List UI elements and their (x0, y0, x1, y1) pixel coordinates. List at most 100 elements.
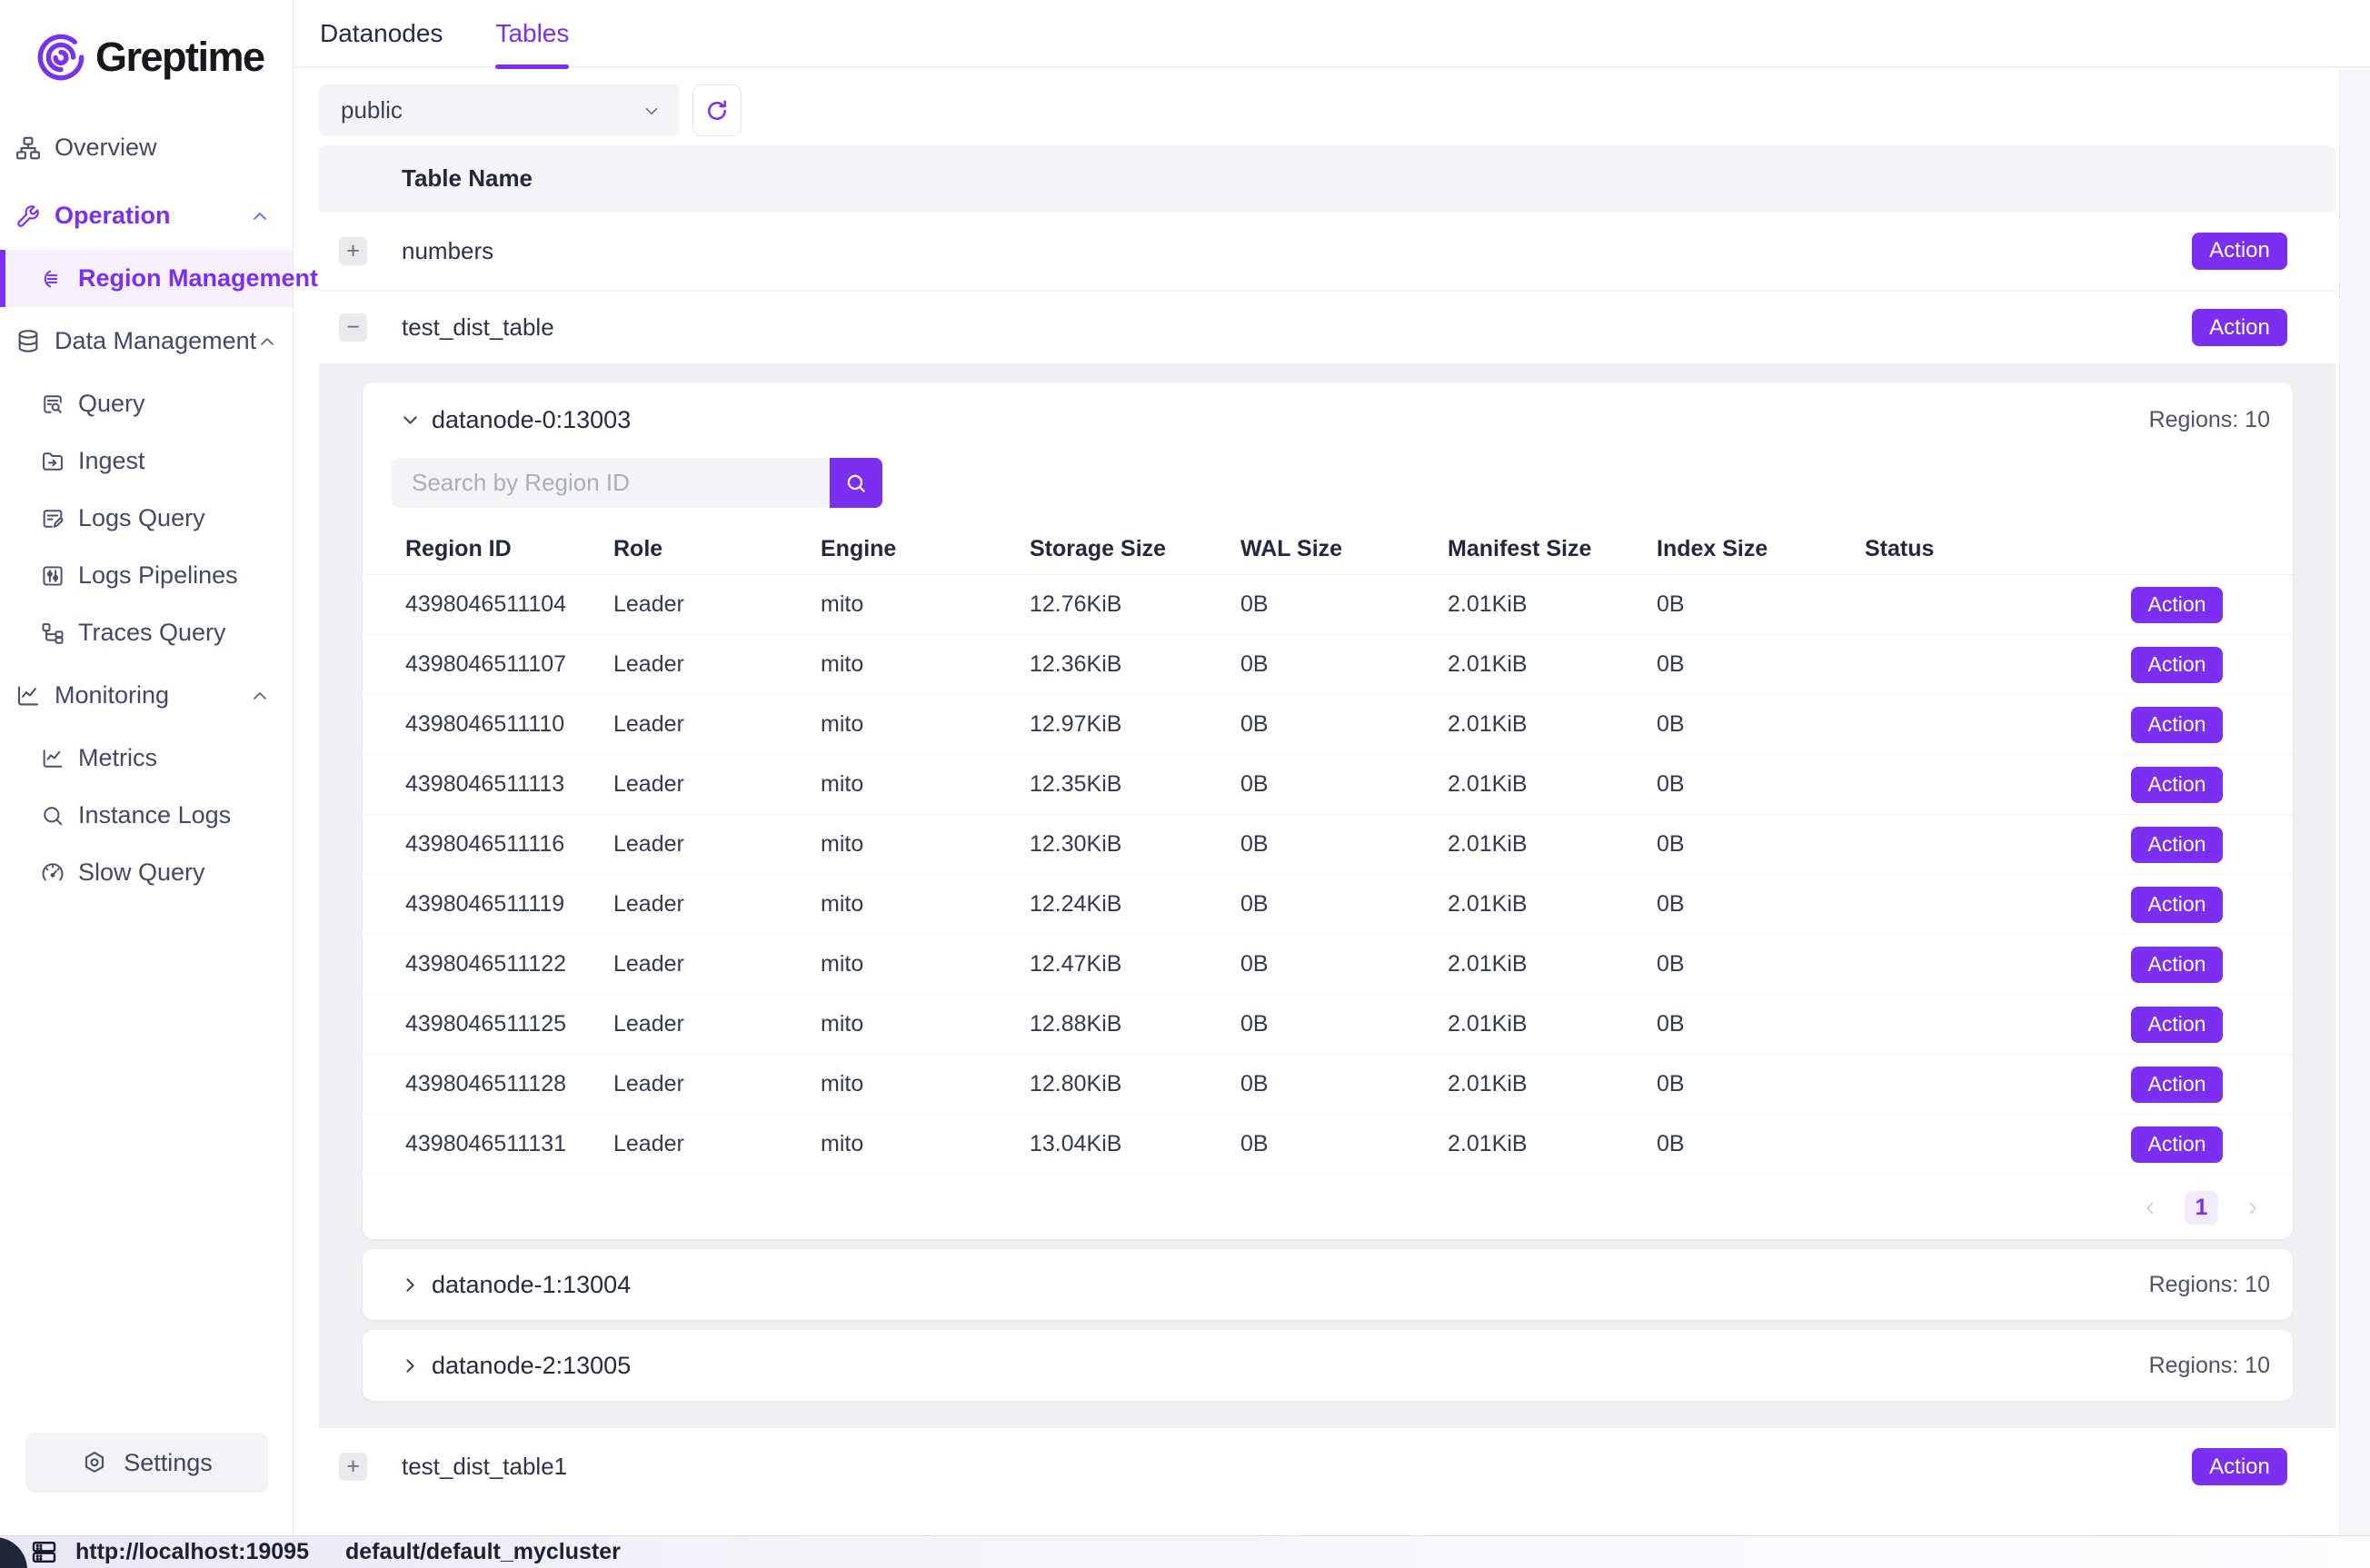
role-cell: Leader (613, 951, 821, 978)
sidebar-item-traces-query[interactable]: Traces Query (0, 604, 293, 661)
datanode-label: datanode-0:13003 (432, 406, 631, 434)
region-row: 4398046511125 Leader mito 12.88KiB 0B 2.… (363, 995, 2293, 1055)
logo[interactable]: Greptime (0, 0, 293, 114)
region-action-button[interactable]: Action (2131, 1126, 2223, 1163)
cluster-name: default/default_mycluster (345, 1539, 621, 1565)
sidebar-item-operation[interactable]: Operation (0, 182, 293, 250)
region-action-button[interactable]: Action (2131, 587, 2223, 623)
sidebar-item-slow-query[interactable]: Slow Query (0, 844, 293, 901)
manifest-size-cell: 2.01KiB (1448, 951, 1657, 978)
region-action-button[interactable]: Action (2131, 767, 2223, 803)
wrench-icon (15, 203, 42, 230)
table-name-header: Table Name (319, 145, 2335, 212)
datanode-1-header[interactable]: datanode-1:13004 Regions: 10 (363, 1249, 2293, 1320)
chevron-up-icon (249, 685, 271, 707)
line-chart-icon (40, 746, 65, 771)
tab-tables[interactable]: Tables (495, 0, 569, 67)
action-button[interactable]: Action (2192, 309, 2287, 346)
sidebar-item-overview[interactable]: Overview (0, 114, 293, 182)
sidebar-item-logs-pipelines[interactable]: Logs Pipelines (0, 547, 293, 604)
engine-cell: mito (821, 1071, 1030, 1097)
page-prev-icon[interactable] (2140, 1198, 2160, 1218)
region-search-input[interactable] (392, 458, 830, 508)
region-row: 4398046511131 Leader mito 13.04KiB 0B 2.… (363, 1115, 2293, 1175)
chevron-right-icon (399, 1355, 422, 1377)
index-size-cell: 0B (1657, 711, 1865, 738)
sidebar-item-metrics[interactable]: Metrics (0, 729, 293, 787)
manifest-size-cell: 2.01KiB (1448, 771, 1657, 798)
region-id-cell: 4398046511107 (405, 651, 613, 678)
sidebar-item-data-management[interactable]: Data Management (0, 307, 293, 375)
role-cell: Leader (613, 771, 821, 798)
region-action-button[interactable]: Action (2131, 947, 2223, 983)
region-action-button[interactable]: Action (2131, 827, 2223, 863)
storage-size-cell: 12.80KiB (1030, 1071, 1240, 1097)
storage-size-cell: 12.30KiB (1030, 831, 1240, 858)
sidebar-item-region-management[interactable]: Region Management (0, 250, 293, 307)
expand-button[interactable]: + (339, 237, 367, 265)
index-size-cell: 0B (1657, 891, 1865, 918)
sidebar-item-query[interactable]: Query (0, 375, 293, 432)
index-size-cell: 0B (1657, 1011, 1865, 1037)
wal-size-cell: 0B (1240, 711, 1448, 738)
region-action-button[interactable]: Action (2131, 1067, 2223, 1103)
sidebar-nav: OverviewOperationRegion ManagementData M… (0, 114, 293, 901)
schema-select[interactable]: public (319, 84, 680, 136)
page-next-icon[interactable] (2243, 1198, 2263, 1218)
region-id-cell: 4398046511131 (405, 1131, 613, 1157)
region-row: 4398046511110 Leader mito 12.97KiB 0B 2.… (363, 695, 2293, 755)
storage-size-cell: 12.24KiB (1030, 891, 1240, 918)
region-action-button[interactable]: Action (2131, 1007, 2223, 1043)
manifest-size-cell: 2.01KiB (1448, 891, 1657, 918)
settings-label: Settings (124, 1449, 213, 1477)
sidebar-item-instance-logs[interactable]: Instance Logs (0, 787, 293, 844)
storage-size-cell: 13.04KiB (1030, 1131, 1240, 1157)
wal-size-cell: 0B (1240, 1131, 1448, 1157)
engine-cell: mito (821, 951, 1030, 978)
region-action-button[interactable]: Action (2131, 647, 2223, 683)
region-table-header: Region ID Role Engine Storage Size WAL S… (363, 524, 2293, 575)
action-button[interactable]: Action (2192, 233, 2287, 270)
wal-size-cell: 0B (1240, 771, 1448, 798)
manifest-size-cell: 2.01KiB (1448, 1131, 1657, 1157)
tables-panel: Table Name + numbers Action − test_dist_… (319, 145, 2335, 1505)
sidebar-item-monitoring[interactable]: Monitoring (0, 661, 293, 729)
action-button[interactable]: Action (2192, 1448, 2287, 1485)
region-action-button[interactable]: Action (2131, 887, 2223, 923)
index-size-cell: 0B (1657, 1071, 1865, 1097)
schema-select-value: public (341, 96, 403, 124)
manifest-size-cell: 2.01KiB (1448, 591, 1657, 618)
sidebar-item-logs-query[interactable]: Logs Query (0, 490, 293, 547)
index-size-cell: 0B (1657, 831, 1865, 858)
pagination: 1 (363, 1175, 2293, 1239)
sidebar-item-ingest[interactable]: Ingest (0, 432, 293, 490)
content: public Table Name + n (294, 68, 2370, 1505)
collapse-button[interactable]: − (339, 313, 367, 342)
tab-datanodes[interactable]: Datanodes (320, 0, 443, 67)
doc-edit-icon (40, 506, 65, 531)
region-search-button[interactable] (830, 458, 882, 508)
region-search (392, 458, 2293, 508)
tabbar: Datanodes Tables (294, 0, 2370, 68)
region-row: 4398046511128 Leader mito 12.80KiB 0B 2.… (363, 1055, 2293, 1115)
regions-count: Regions: 10 (2149, 1353, 2270, 1379)
statusbar: http://localhost:19095 default/default_m… (0, 1535, 2370, 1568)
datanode-card-0: datanode-0:13003 Regions: 10 (363, 382, 2293, 1239)
datanode-0-header[interactable]: datanode-0:13003 Regions: 10 (363, 382, 2293, 434)
settings-button[interactable]: Settings (25, 1433, 268, 1493)
role-cell: Leader (613, 1071, 821, 1097)
expand-button[interactable]: + (339, 1453, 367, 1481)
region-row: 4398046511113 Leader mito 12.35KiB 0B 2.… (363, 755, 2293, 815)
wal-size-cell: 0B (1240, 1011, 1448, 1037)
refresh-button[interactable] (692, 84, 742, 136)
scrollbar-track[interactable] (2339, 70, 2370, 1535)
storage-size-cell: 12.88KiB (1030, 1011, 1240, 1037)
region-id-cell: 4398046511119 (405, 891, 613, 918)
wal-size-cell: 0B (1240, 831, 1448, 858)
line-chart-icon (15, 682, 42, 710)
region-action-button[interactable]: Action (2131, 707, 2223, 743)
chevron-down-icon (642, 101, 662, 121)
page-current[interactable]: 1 (2185, 1191, 2218, 1225)
datanode-2-header[interactable]: datanode-2:13005 Regions: 10 (363, 1330, 2293, 1401)
wal-size-cell: 0B (1240, 1071, 1448, 1097)
